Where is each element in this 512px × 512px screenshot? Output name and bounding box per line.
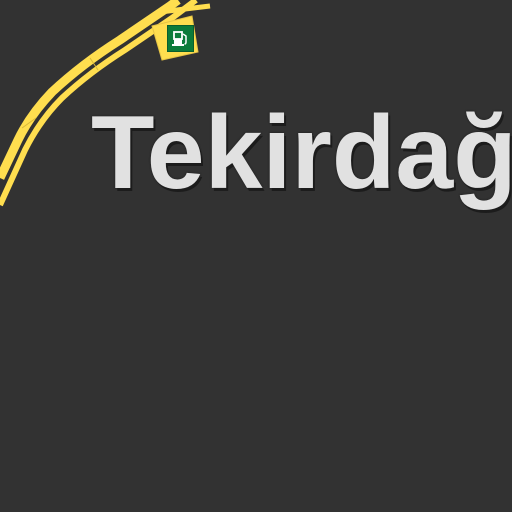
map-view[interactable]: Tekirdağ [0,0,512,512]
fuel-station-poi[interactable] [167,25,194,52]
city-label: Tekirdağ [91,95,512,211]
fuel-station-icon [172,31,187,46]
road-layer [0,0,211,207]
fuel-station-badge [167,25,194,52]
